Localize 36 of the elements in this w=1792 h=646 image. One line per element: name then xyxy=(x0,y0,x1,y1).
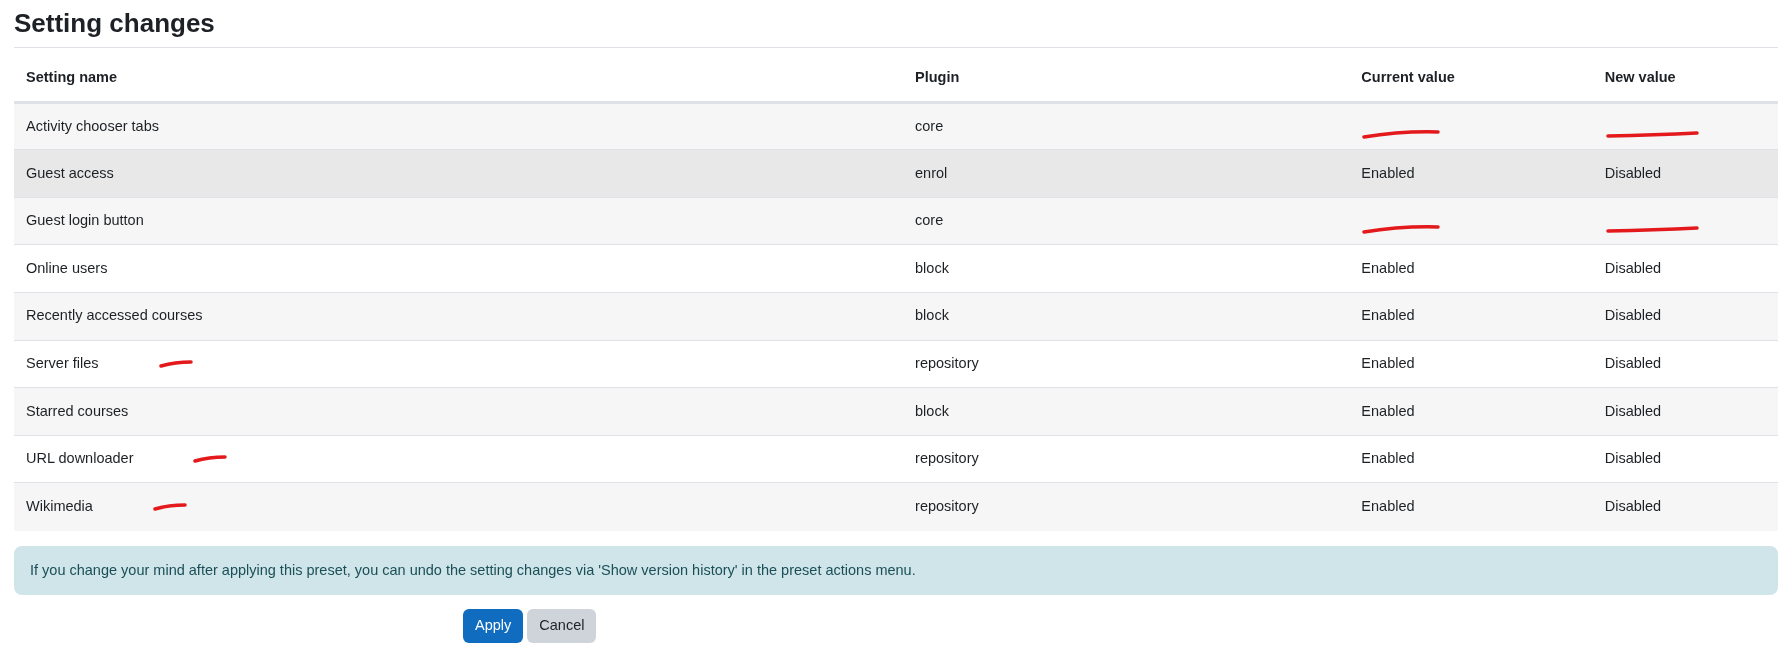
table-cell: repository xyxy=(915,498,979,515)
table-cell-text: Activity chooser tabs xyxy=(26,116,159,136)
table-cell: block xyxy=(915,307,949,324)
notice-message: If you change your mind after applying this preset, you can undo the setting changes via 'Show version history' in the preset actions menu. xyxy=(14,545,1778,596)
table-cell-text: Guest login button xyxy=(26,211,144,231)
table-cell: core xyxy=(915,117,944,134)
table-cell-text: URL downloader xyxy=(26,449,134,469)
table-cell-text: Server files xyxy=(26,354,99,374)
table-cell: enrol xyxy=(915,164,948,181)
table-cell: Enabled xyxy=(1361,355,1415,372)
table-cell: core xyxy=(915,212,944,229)
table-cell: Enabled xyxy=(1361,450,1415,467)
table-cell: Disabled xyxy=(1604,498,1662,515)
apply-button[interactable]: Apply xyxy=(463,609,524,644)
table-cell: Disabled xyxy=(1604,355,1662,372)
table-cell: Enabled xyxy=(1361,259,1415,276)
table-cell: block xyxy=(915,402,949,419)
table-cell: Enabled xyxy=(1361,498,1415,515)
table-cell: repository xyxy=(915,355,979,372)
table-cell: repository xyxy=(915,450,979,467)
table-cell-text: Online users xyxy=(26,258,108,278)
table-cell: Disabled xyxy=(1604,164,1662,181)
table-cell: block xyxy=(915,259,949,276)
table-cell: Disabled xyxy=(1604,450,1662,467)
page-title: Setting changes xyxy=(14,8,1778,49)
table-cell-text: Recently accessed courses xyxy=(26,306,203,326)
table-cell-text: Wikimedia xyxy=(26,497,93,517)
cancel-button[interactable]: Cancel xyxy=(527,609,597,644)
table-cell: Disabled xyxy=(1604,402,1662,419)
table-cell: Enabled xyxy=(1361,164,1415,181)
table-cell: Disabled xyxy=(1604,259,1662,276)
table-cell: Enabled xyxy=(1361,307,1415,324)
table-cell-text: Guest access xyxy=(26,163,114,183)
table-cell-text: Starred courses xyxy=(26,401,129,421)
table-cell: Enabled xyxy=(1361,402,1415,419)
table-cell: Disabled xyxy=(1604,307,1662,324)
